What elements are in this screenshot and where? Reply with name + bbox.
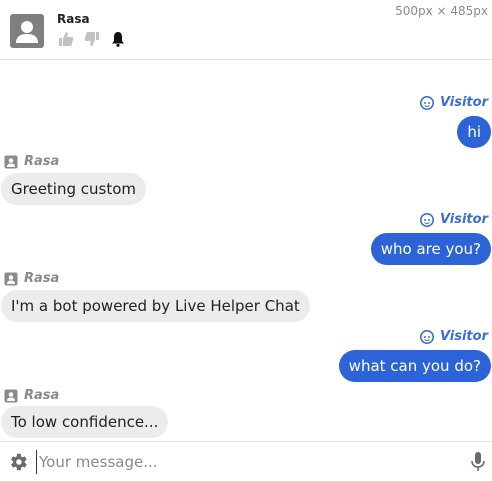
- microphone-icon[interactable]: [470, 451, 486, 473]
- bot-contact-icon: [4, 155, 18, 169]
- sender-label-bot: Rasa: [4, 388, 59, 403]
- visitor-face-icon: [419, 329, 434, 344]
- message-input[interactable]: [36, 450, 456, 474]
- bot-message-bubble: I'm a bot powered by Live Helper Chat: [1, 290, 310, 322]
- sender-label-visitor: Visitor: [419, 95, 488, 110]
- thumbs-up-icon[interactable]: [57, 30, 75, 48]
- visitor-message-bubble: who are you?: [370, 233, 491, 265]
- message-list[interactable]: Visitor hi Rasa Greeting custom Visitor …: [0, 60, 492, 441]
- message-composer: [0, 441, 492, 481]
- visitor-face-icon: [419, 95, 434, 110]
- gear-icon[interactable]: [7, 451, 29, 473]
- sender-label-visitor: Visitor: [419, 329, 488, 344]
- bot-message-bubble: Greeting custom: [1, 173, 147, 205]
- bell-icon[interactable]: [109, 30, 127, 48]
- visitor-message-bubble: what can you do?: [338, 350, 491, 382]
- bot-contact-icon: [4, 389, 18, 403]
- bot-contact-icon: [4, 272, 18, 286]
- sender-label-bot: Rasa: [4, 271, 59, 286]
- thumbs-down-icon[interactable]: [83, 30, 101, 48]
- bot-message-bubble: To low confidence...: [1, 406, 169, 438]
- visitor-face-icon: [419, 212, 434, 227]
- chat-header: Rasa: [0, 0, 492, 60]
- visitor-message-bubble: hi: [457, 116, 491, 148]
- sender-label-bot: Rasa: [4, 154, 59, 169]
- avatar-icon: [10, 14, 44, 48]
- operator-name: Rasa: [57, 12, 90, 26]
- sender-label-visitor: Visitor: [419, 212, 488, 227]
